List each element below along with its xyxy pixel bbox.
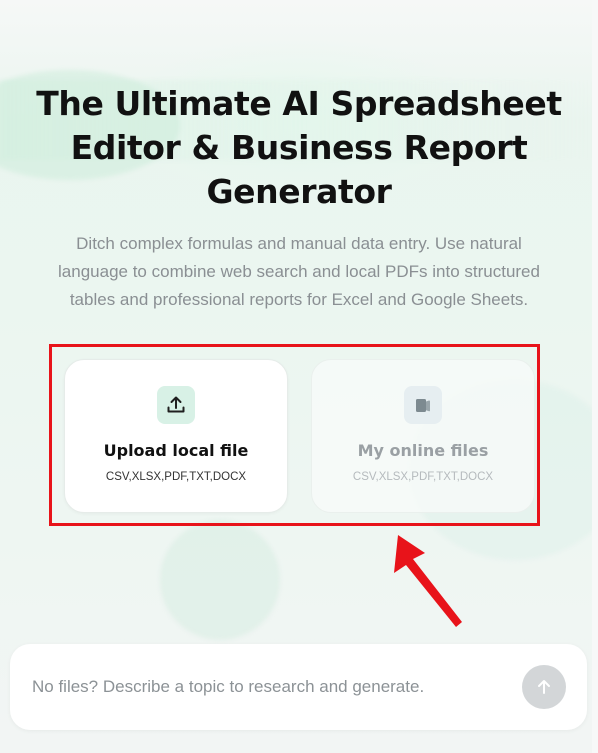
title-line: The Ultimate AI Spreadsheet <box>36 84 562 123</box>
background-blob <box>160 520 280 640</box>
subtitle-line: language to combine web search and local… <box>58 262 540 281</box>
arrow-up-icon <box>538 680 550 694</box>
title-line: Editor & Business Report <box>70 128 528 167</box>
pointer-arrow-icon <box>394 535 462 627</box>
prompt-bar <box>10 644 587 730</box>
topic-prompt-input[interactable] <box>28 672 506 702</box>
subtitle-line: tables and professional reports for Exce… <box>69 290 529 309</box>
title-line: Generator <box>206 172 392 211</box>
scrollbar-track <box>592 0 598 753</box>
send-button[interactable] <box>522 665 566 709</box>
highlight-box <box>49 344 540 526</box>
page: The Ultimate AI Spreadsheet Editor & Bus… <box>0 0 598 753</box>
page-title: The Ultimate AI Spreadsheet Editor & Bus… <box>0 82 598 214</box>
page-subtitle: Ditch complex formulas and manual data e… <box>12 230 586 314</box>
subtitle-line: Ditch complex formulas and manual data e… <box>76 234 522 253</box>
